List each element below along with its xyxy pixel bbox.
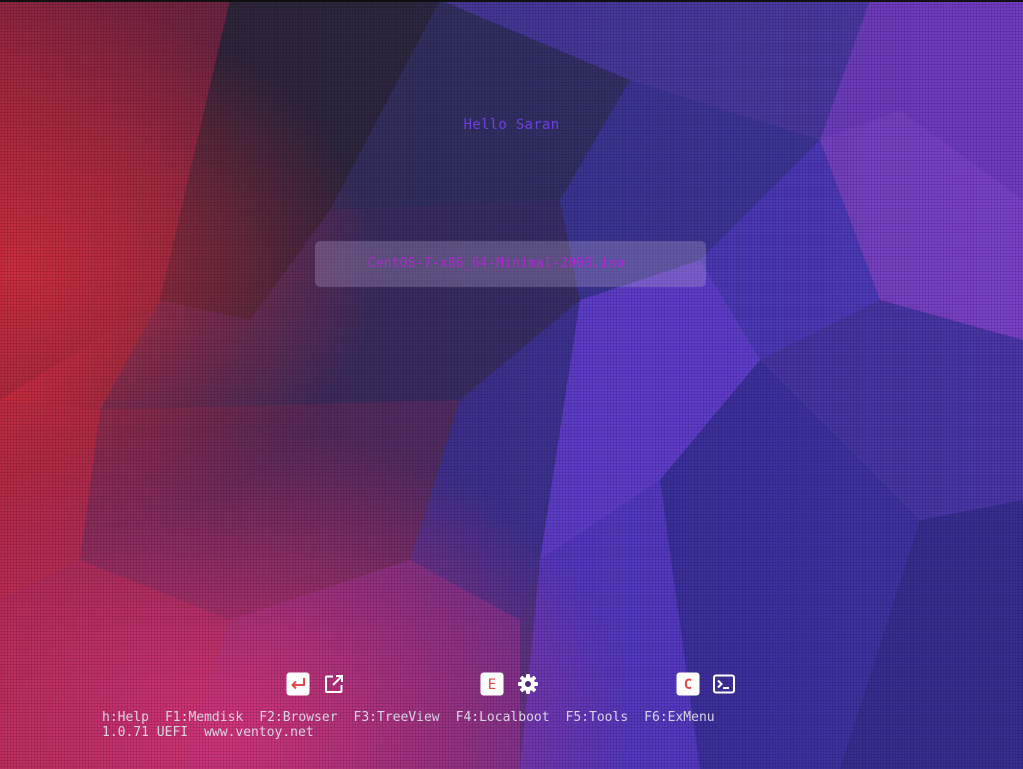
- wallpaper: [0, 0, 1023, 769]
- boot-menu: CentOS-7-x86_64-Minimal-2003.iso: [315, 241, 706, 287]
- letter-e-glyph: E: [488, 677, 496, 693]
- boot-screen: Hello Saran CentOS-7-x86_64-Minimal-2003…: [0, 0, 1023, 769]
- footer-info: 1.0.71 UEFI www.ventoy.net: [102, 725, 330, 740]
- hotkey-tools[interactable]: F5:Tools: [566, 710, 629, 725]
- icon-group-console: C: [676, 672, 736, 696]
- hotkey-memdisk[interactable]: F1:Memdisk: [165, 710, 243, 725]
- hotkey-hints: h:Help F1:Memdisk F2:Browser F3:TreeView F4:…: [102, 710, 731, 725]
- boot-menu-item-selected[interactable]: CentOS-7-x86_64-Minimal-2003.iso: [315, 241, 677, 287]
- enter-icon[interactable]: [286, 672, 310, 696]
- letter-e-icon[interactable]: E: [480, 672, 504, 696]
- icon-group-boot: [286, 672, 346, 696]
- top-border: [0, 0, 1023, 2]
- icon-group-edit: E: [480, 672, 540, 696]
- gear-icon[interactable]: [516, 672, 540, 696]
- hotkey-exmenu[interactable]: F6:ExMenu: [644, 710, 714, 725]
- letter-c-glyph: C: [684, 677, 692, 693]
- hotkey-help[interactable]: h:Help: [102, 710, 149, 725]
- letter-c-icon[interactable]: C: [676, 672, 700, 696]
- hotkey-treeview[interactable]: F3:TreeView: [354, 710, 440, 725]
- version-label: 1.0.71 UEFI: [102, 725, 189, 740]
- external-link-icon[interactable]: [322, 672, 346, 696]
- hotkey-localboot[interactable]: F4:Localboot: [456, 710, 550, 725]
- menu-title: Hello Saran: [463, 117, 560, 133]
- website-label: www.ventoy.net: [204, 725, 314, 740]
- hotkey-browser[interactable]: F2:Browser: [259, 710, 337, 725]
- terminal-icon[interactable]: [712, 672, 736, 696]
